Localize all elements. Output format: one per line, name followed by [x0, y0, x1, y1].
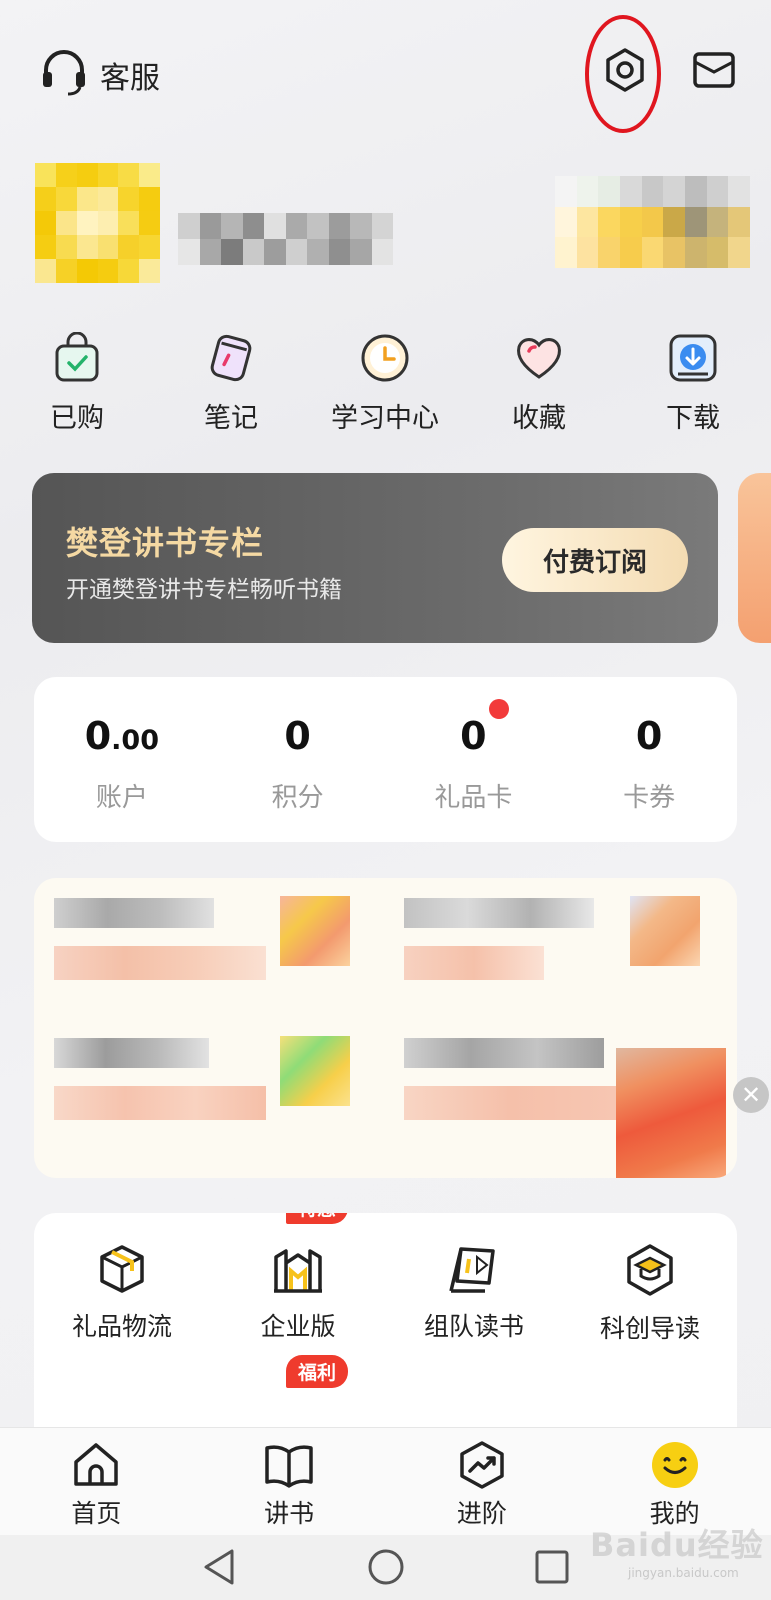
back-icon[interactable]: [200, 1547, 240, 1587]
stat-label: 账户: [95, 783, 148, 813]
promo-text-redacted: [404, 1038, 604, 1068]
stat-gift-card[interactable]: 0 礼品卡: [386, 677, 562, 842]
stat-label: 卡券: [623, 783, 676, 813]
quick-item-download[interactable]: 下载: [616, 330, 770, 435]
stat-value: 0: [284, 714, 311, 758]
tab-label: 进阶: [456, 1499, 507, 1528]
mail-icon: [693, 52, 735, 88]
tab-advance[interactable]: 进阶: [386, 1428, 579, 1536]
notes-icon: [203, 330, 259, 386]
headset-icon: [40, 50, 88, 100]
promo-text-redacted: [54, 898, 214, 928]
heart-icon: [511, 330, 567, 386]
stat-points[interactable]: 0 积分: [210, 677, 386, 842]
quick-label: 已购: [50, 403, 104, 434]
stat-value: 0: [460, 714, 487, 758]
scholar-badge-icon: [627, 1244, 673, 1296]
home-circle-icon[interactable]: [366, 1547, 406, 1587]
quick-item-favorites[interactable]: 收藏: [462, 330, 616, 435]
subscribe-button[interactable]: 付费订阅: [502, 528, 688, 592]
quick-menu: 已购 笔记 学习中心 收藏 下载: [0, 330, 771, 435]
book-icon: [265, 1445, 313, 1488]
quick-item-learning-center[interactable]: 学习中心: [308, 330, 462, 435]
banner-title: 樊登讲书专栏: [66, 524, 265, 562]
username-redacted: [178, 213, 393, 265]
stat-value: 0.00: [84, 714, 160, 758]
promo-text-redacted: [404, 1086, 616, 1120]
stat-label: 积分: [271, 783, 324, 813]
settings-button[interactable]: [585, 15, 665, 133]
banner-subtitle: 开通樊登讲书专栏畅听书籍: [66, 577, 342, 603]
promo-text-redacted: [54, 1038, 209, 1068]
quick-label: 收藏: [512, 403, 566, 434]
watermark: Baidu经验: [590, 1526, 764, 1564]
purchased-bag-icon: [49, 330, 105, 386]
customer-service-button[interactable]: 客服: [40, 50, 160, 100]
service-label: 科创导读: [599, 1314, 700, 1343]
highlight-circle: [585, 15, 661, 133]
wallet-stats: 0.00 账户 0 积分 0 礼品卡 0 卡券: [34, 677, 737, 842]
service-label: 礼品物流: [71, 1312, 172, 1341]
stat-account[interactable]: 0.00 账户: [34, 677, 210, 842]
service-team-reading[interactable]: 组队读书: [386, 1243, 562, 1343]
recents-square-icon[interactable]: [532, 1547, 572, 1587]
promo-image-redacted: [280, 1036, 350, 1106]
quick-label: 学习中心: [331, 403, 439, 434]
flag-icon: [449, 1247, 495, 1293]
customer-service-label: 客服: [100, 61, 160, 96]
tab-label: 讲书: [264, 1499, 315, 1528]
quick-label: 笔记: [204, 403, 258, 434]
promo-image-redacted: [280, 896, 350, 966]
service-label: 组队读书: [423, 1312, 524, 1341]
home-icon: [74, 1443, 119, 1486]
quick-label: 下载: [666, 403, 720, 434]
mail-button[interactable]: [692, 50, 736, 94]
services-grid: 礼品物流 企业版 特惠 组队读书 科创导读 福利: [34, 1213, 737, 1443]
tab-home[interactable]: 首页: [0, 1428, 193, 1536]
service-gift-logistics[interactable]: 礼品物流: [34, 1243, 210, 1343]
service-label: 企业版: [260, 1312, 336, 1341]
promo-text-redacted: [54, 946, 266, 980]
promo-image-redacted: [630, 896, 700, 966]
promo-image-redacted: [616, 1048, 726, 1178]
service-tech-reading[interactable]: 科创导读: [562, 1243, 737, 1345]
learning-clock-icon: [357, 330, 413, 386]
trend-icon: [460, 1441, 504, 1489]
avatar[interactable]: [35, 163, 160, 283]
promo-text-redacted: [54, 1086, 266, 1120]
notification-dot: [488, 699, 509, 719]
vip-column-banner[interactable]: 樊登讲书专栏 开通樊登讲书专栏畅听书籍 付费订阅: [32, 473, 718, 643]
tab-label: 首页: [71, 1499, 122, 1528]
package-box-icon: [100, 1245, 144, 1293]
download-icon: [665, 330, 721, 386]
welfare-tag: 福利: [286, 1355, 349, 1388]
stat-coupons[interactable]: 0 卡券: [561, 677, 737, 842]
watermark-url: jingyan.baidu.com: [628, 1566, 739, 1580]
smile-face-icon: [651, 1442, 698, 1488]
stat-value: 0: [635, 714, 663, 758]
promo-tag: 特惠: [286, 1213, 349, 1224]
promo-grid-redacted[interactable]: [34, 878, 737, 1178]
service-enterprise[interactable]: 企业版: [210, 1243, 386, 1343]
next-banner-peek[interactable]: [738, 473, 771, 643]
promo-text-redacted: [404, 946, 544, 980]
enterprise-icon: [274, 1249, 322, 1293]
close-icon[interactable]: ✕: [733, 1077, 769, 1113]
promo-text-redacted: [404, 898, 594, 928]
quick-item-purchased[interactable]: 已购: [0, 330, 154, 435]
tab-book-talk[interactable]: 讲书: [193, 1428, 386, 1536]
quick-item-notes[interactable]: 笔记: [154, 330, 308, 435]
stat-label: 礼品卡: [434, 783, 513, 813]
vip-badge-redacted[interactable]: [555, 176, 750, 268]
